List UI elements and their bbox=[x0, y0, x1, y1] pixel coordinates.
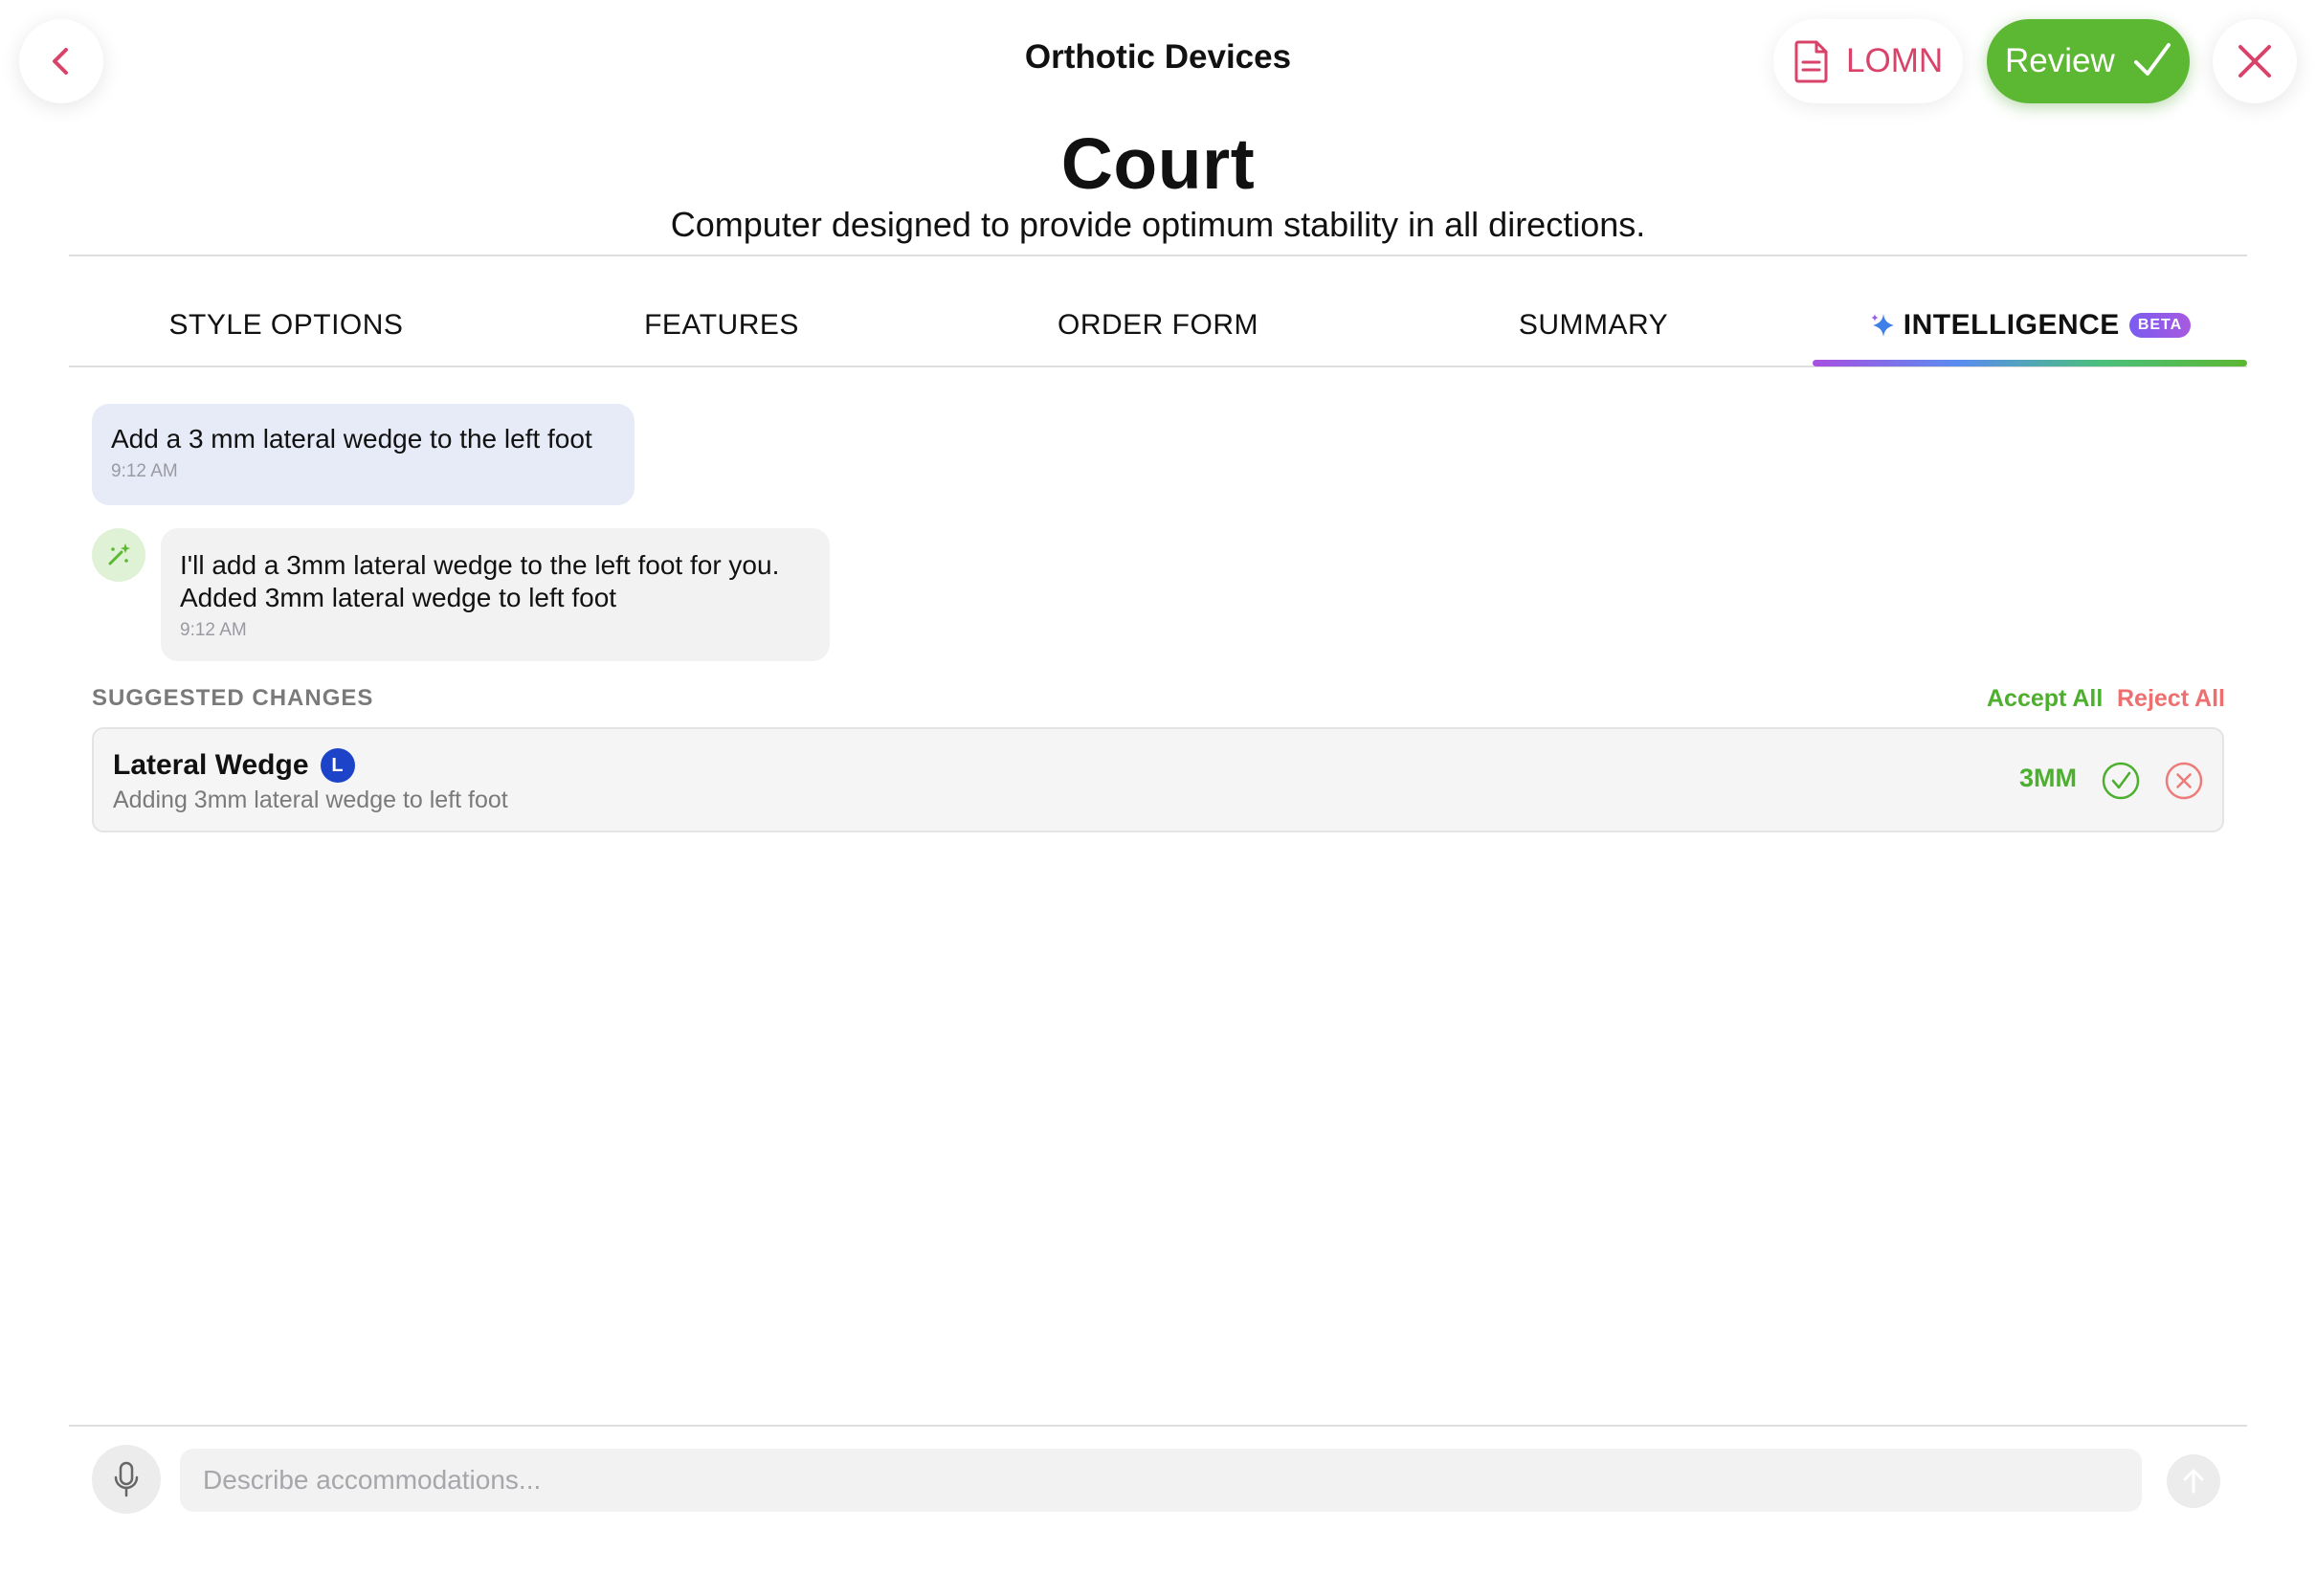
suggestion-description: Adding 3mm lateral wedge to left foot bbox=[113, 787, 508, 813]
message-text: I'll add a 3mm lateral wedge to the left… bbox=[180, 550, 780, 580]
tab-style-options[interactable]: STYLE OPTIONS bbox=[69, 302, 503, 348]
close-button[interactable] bbox=[2213, 19, 2297, 103]
app-title: Orthotic Devices bbox=[1024, 38, 1292, 76]
message-time: 9:12 AM bbox=[180, 620, 247, 640]
device-description: Computer designed to provide optimum sta… bbox=[670, 205, 1646, 244]
accept-suggestion-button[interactable] bbox=[2102, 762, 2140, 800]
suggestion-title: Lateral Wedge bbox=[113, 749, 309, 781]
suggestion-title-row: Lateral Wedge L bbox=[113, 748, 355, 783]
suggested-changes-heading: SUGGESTED CHANGES bbox=[92, 685, 374, 711]
x-circle-icon bbox=[2165, 762, 2203, 800]
tab-label: FEATURES bbox=[644, 309, 799, 341]
tab-label: ORDER FORM bbox=[1058, 309, 1258, 341]
check-circle-icon bbox=[2102, 762, 2140, 800]
message-text: Added 3mm lateral wedge to left foot bbox=[180, 583, 617, 612]
suggestion-card: Lateral Wedge L Adding 3mm lateral wedge… bbox=[92, 727, 2224, 832]
review-button[interactable]: Review bbox=[1987, 19, 2190, 103]
lomn-label: LOMN bbox=[1846, 42, 1944, 79]
message-text: Add a 3 mm lateral wedge to the left foo… bbox=[111, 424, 592, 454]
assistant-avatar bbox=[92, 528, 145, 582]
assistant-message: I'll add a 3mm lateral wedge to the left… bbox=[161, 528, 830, 661]
microphone-icon bbox=[114, 1461, 139, 1497]
document-icon bbox=[1794, 40, 1828, 83]
side-badge: L bbox=[320, 748, 355, 783]
microphone-button[interactable] bbox=[92, 1445, 161, 1514]
suggestion-value: 3MM bbox=[2019, 764, 2077, 792]
arrow-up-icon bbox=[2183, 1469, 2204, 1494]
tab-label: SUMMARY bbox=[1518, 309, 1669, 341]
device-title: Court bbox=[1060, 123, 1256, 204]
reject-all-button[interactable]: Reject All bbox=[2117, 685, 2225, 713]
sparkle-icon bbox=[1870, 314, 1894, 337]
send-button[interactable] bbox=[2167, 1454, 2220, 1508]
tab-order-form[interactable]: ORDER FORM bbox=[941, 302, 1375, 348]
composer-divider bbox=[69, 1425, 2247, 1427]
lomn-button[interactable]: LOMN bbox=[1773, 19, 1963, 103]
message-time: 9:12 AM bbox=[111, 461, 178, 481]
tab-label: STYLE OPTIONS bbox=[168, 309, 404, 341]
accommodations-input[interactable] bbox=[180, 1449, 2142, 1512]
tab-features[interactable]: FEATURES bbox=[504, 302, 939, 348]
checkmark-icon bbox=[2133, 43, 2171, 76]
accept-all-button[interactable]: Accept All bbox=[1987, 685, 2103, 713]
header-divider bbox=[69, 255, 2247, 256]
close-icon bbox=[2238, 45, 2271, 78]
magic-wand-icon bbox=[108, 543, 130, 565]
reject-suggestion-button[interactable] bbox=[2165, 762, 2203, 800]
active-tab-indicator bbox=[1813, 360, 2247, 366]
beta-badge: BETA bbox=[2128, 313, 2192, 338]
user-message: Add a 3 mm lateral wedge to the left foo… bbox=[92, 404, 635, 505]
tab-intelligence[interactable]: INTELLIGENCE BETA bbox=[1813, 302, 2247, 348]
tab-label: INTELLIGENCE bbox=[1903, 309, 2120, 341]
review-label: Review bbox=[2005, 42, 2115, 79]
tab-summary[interactable]: SUMMARY bbox=[1376, 302, 1811, 348]
